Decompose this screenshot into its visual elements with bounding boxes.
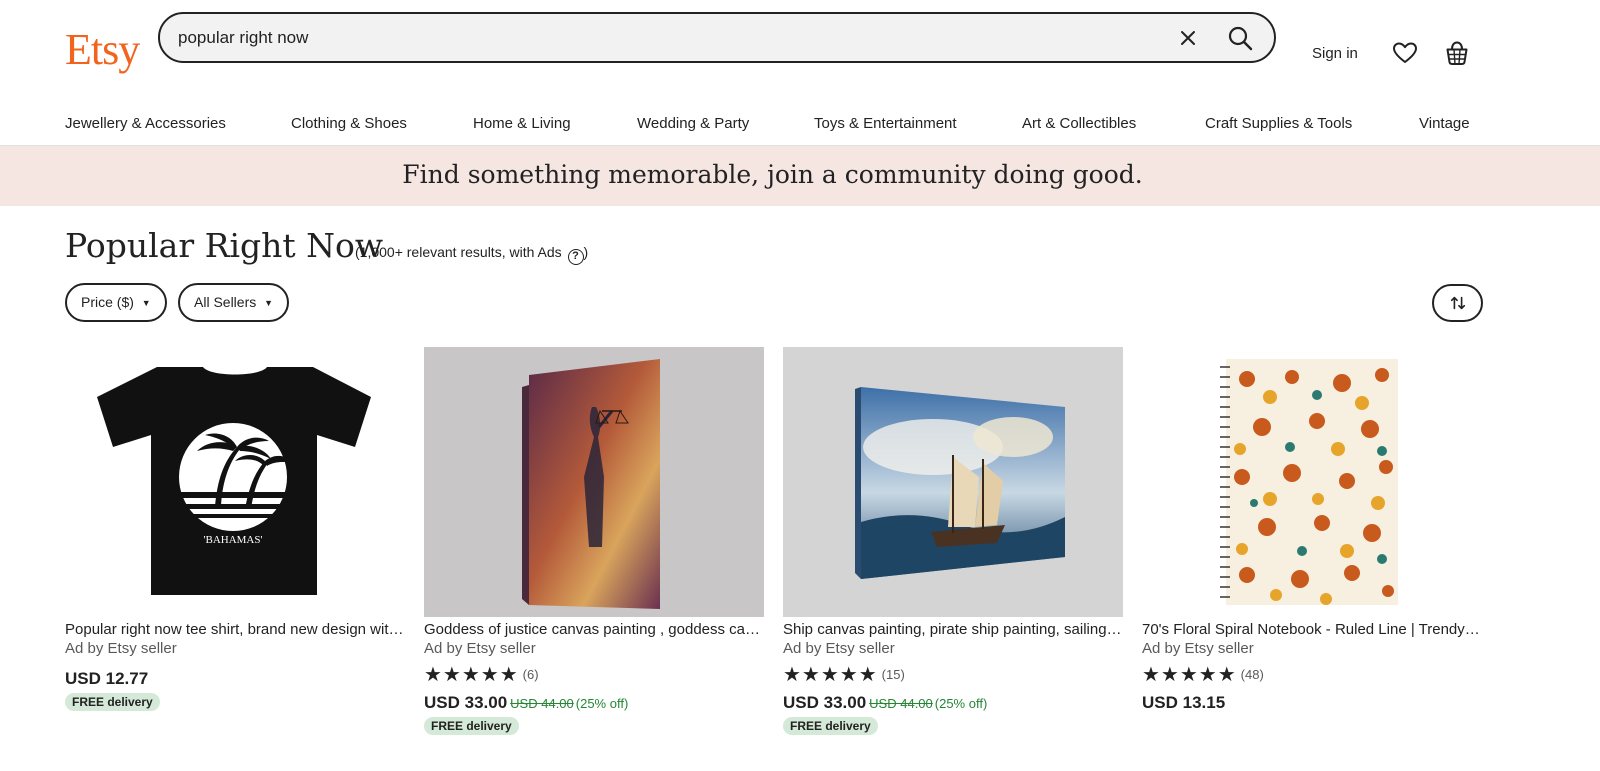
promo-banner: Find something memorable, join a communi… (0, 146, 1600, 206)
price-filter-button[interactable]: Price ($) ▼ (65, 283, 167, 322)
sort-arrows-icon (1450, 296, 1466, 310)
nav-item-vintage[interactable]: Vintage (1419, 115, 1470, 132)
results-count: (1,000+ relevant results, with Ads ?) (355, 244, 588, 265)
basket-icon[interactable] (1444, 40, 1470, 66)
product-price: USD 12.77 (65, 669, 148, 689)
etsy-logo[interactable]: Etsy (65, 28, 140, 72)
page-title: Popular Right Now (65, 226, 384, 265)
product-price-current: USD 12.77 (65, 669, 149, 688)
product-price-current: USD 33.00 (783, 693, 867, 712)
product-price-current: USD 13.15 (1142, 693, 1226, 712)
product-title[interactable]: 70's Floral Spiral Notebook - Ruled Line… (1142, 621, 1482, 638)
sellers-filter-button[interactable]: All Sellers ▼ (178, 283, 290, 322)
product-price-original: USD 44.00 (869, 696, 933, 711)
favorites-heart-icon[interactable] (1392, 40, 1418, 66)
site-header: Etsy Sign in (0, 0, 1600, 100)
nav-item-home[interactable]: Home & Living (473, 115, 571, 132)
product-image-tshirt[interactable]: 'BAHAMAS' (65, 347, 405, 617)
tshirt-print-text: 'BAHAMAS' (204, 534, 263, 546)
sellers-filter-label: All Sellers (194, 294, 257, 310)
product-discount: (25% off) (575, 696, 629, 711)
star-rating-icon: ★★★★★ (783, 664, 878, 686)
nav-item-clothing[interactable]: Clothing & Shoes (291, 115, 407, 132)
product-price: USD 33.00 USD 44.00 (25% off) (424, 693, 628, 713)
search-icon[interactable] (1226, 24, 1254, 52)
review-count: (48) (1240, 667, 1264, 682)
star-rating-icon: ★★★★★ (1142, 664, 1237, 686)
product-card[interactable]: Ship canvas painting, pirate ship painti… (783, 347, 1123, 771)
nav-item-wedding[interactable]: Wedding & Party (637, 115, 749, 132)
product-image-justice-canvas[interactable] (424, 347, 764, 617)
free-delivery-badge: FREE delivery (783, 717, 878, 735)
results-count-close: ) (583, 244, 589, 260)
product-price-current: USD 33.00 (424, 693, 508, 712)
product-seller: Ad by Etsy seller (424, 640, 536, 657)
product-card[interactable]: 70's Floral Spiral Notebook - Ruled Line… (1142, 347, 1482, 771)
product-discount: (25% off) (934, 696, 988, 711)
banner-text: Find something memorable, join a communi… (402, 160, 1143, 189)
review-count: (6) (522, 667, 539, 682)
nav-item-toys[interactable]: Toys & Entertainment (814, 115, 957, 132)
star-rating-icon: ★★★★★ (424, 664, 519, 686)
ads-help-icon[interactable]: ? (567, 249, 584, 265)
product-price: USD 13.15 (1142, 693, 1225, 713)
clear-search-icon[interactable] (1176, 26, 1200, 50)
nav-item-jewellery[interactable]: Jewellery & Accessories (65, 115, 226, 132)
product-title[interactable]: Popular right now tee shirt, brand new d… (65, 621, 405, 638)
product-title[interactable]: Goddess of justice canvas painting , god… (424, 621, 764, 638)
product-image-ship-canvas[interactable] (783, 347, 1123, 617)
product-seller: Ad by Etsy seller (1142, 640, 1254, 657)
product-rating: ★★★★★ (15) (783, 665, 905, 685)
price-filter-label: Price ($) (81, 294, 134, 310)
product-rating: ★★★★★ (48) (1142, 665, 1264, 685)
free-delivery-badge: FREE delivery (65, 693, 160, 711)
sign-in-link[interactable]: Sign in (1312, 45, 1358, 62)
review-count: (15) (881, 667, 905, 682)
product-card[interactable]: 'BAHAMAS' Popular right now tee shirt, b… (65, 347, 405, 771)
search-bar[interactable] (158, 12, 1276, 63)
product-rating: ★★★★★ (6) (424, 665, 539, 685)
nav-item-art[interactable]: Art & Collectibles (1022, 115, 1136, 132)
product-price: USD 33.00 USD 44.00 (25% off) (783, 693, 987, 713)
nav-item-craft[interactable]: Craft Supplies & Tools (1205, 115, 1352, 132)
product-seller: Ad by Etsy seller (783, 640, 895, 657)
sort-button[interactable] (1432, 284, 1483, 322)
product-title[interactable]: Ship canvas painting, pirate ship painti… (783, 621, 1123, 638)
product-seller: Ad by Etsy seller (65, 640, 177, 657)
search-input[interactable] (178, 26, 1138, 50)
results-count-text: (1,000+ relevant results, with Ads (355, 244, 562, 260)
free-delivery-badge: FREE delivery (424, 717, 519, 735)
product-image-floral-notebook[interactable] (1142, 347, 1482, 617)
caret-down-icon: ▼ (264, 298, 274, 308)
product-card[interactable]: Goddess of justice canvas painting , god… (424, 347, 764, 771)
caret-down-icon: ▼ (141, 298, 151, 308)
category-nav: Jewellery & Accessories Clothing & Shoes… (0, 100, 1600, 146)
product-price-original: USD 44.00 (510, 696, 574, 711)
